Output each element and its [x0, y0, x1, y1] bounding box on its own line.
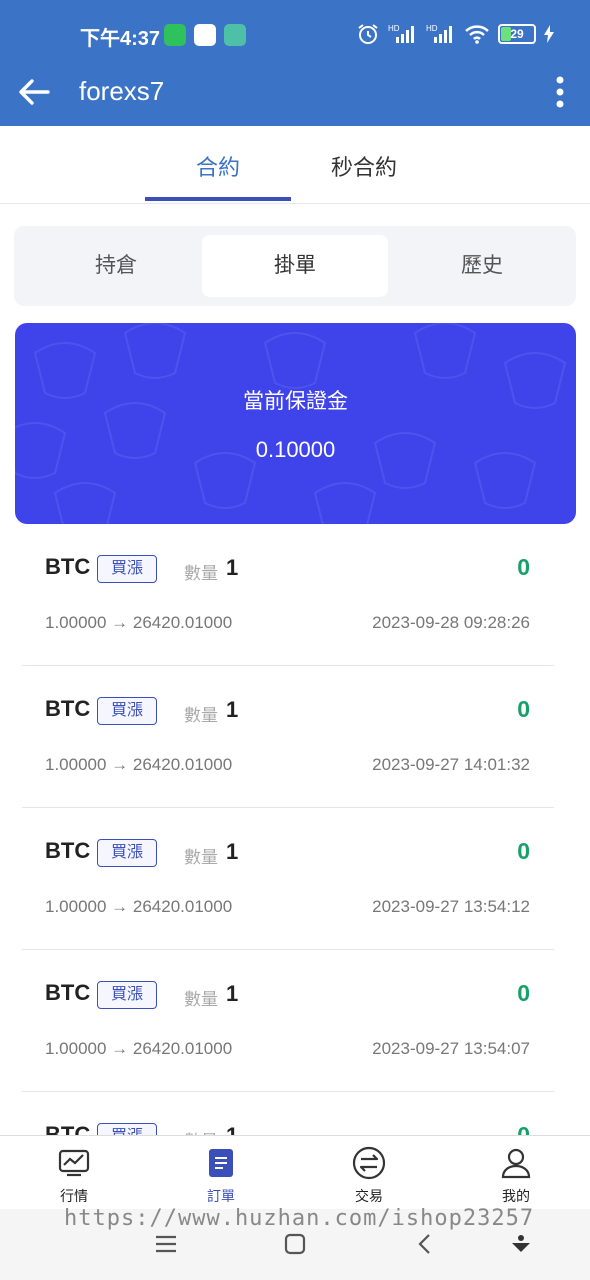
charging-icon [544, 25, 554, 43]
profit-loss: 0 [517, 1122, 530, 1136]
qq-icon [194, 24, 216, 46]
order-time: 2023-09-28 09:28:26 [372, 613, 530, 632]
order-row[interactable]: BTC 買漲 數量 1 0 1.00000 → 26420.01000 2023… [22, 808, 554, 950]
order-row[interactable]: BTC 買漲 數量 1 0 [22, 1092, 554, 1136]
alarm-icon [358, 24, 378, 44]
order-side-badge: 買漲 [97, 555, 157, 583]
nav-profile[interactable]: 我的 [456, 1146, 576, 1206]
signal-icon-2: HD [426, 24, 452, 43]
pending-order-list: BTC 買漲 數量 1 0 1.00000 → 26420.01000 2023… [0, 524, 590, 1136]
order-time: 2023-09-27 13:54:12 [372, 897, 530, 916]
order-time: 2023-09-27 14:01:32 [372, 755, 530, 774]
profit-loss: 0 [517, 838, 530, 864]
user-icon [501, 1148, 531, 1179]
order-symbol: BTC [45, 696, 91, 721]
status-time: 下午4:37 [80, 28, 161, 50]
exchange-icon [352, 1146, 386, 1180]
top-app-bar: 下午4:37 HD HD 29 forexs7 [0, 0, 590, 126]
tab-indicator [145, 197, 291, 201]
margin-value: 0.10000 [255, 437, 336, 462]
quantity-label: 數量 [184, 990, 218, 1009]
order-side-badge: 買漲 [97, 697, 157, 725]
order-symbol: BTC [45, 1122, 91, 1136]
status-bar: 下午4:37 HD HD 29 [0, 0, 590, 70]
profit-loss: 0 [517, 696, 530, 722]
margin-label: 當前保證金 [243, 390, 348, 413]
quantity-value: 1 [226, 697, 239, 722]
nav-orders-label: 訂單 [207, 1188, 235, 1204]
card-pattern [15, 323, 567, 524]
order-symbol: BTC [45, 554, 91, 579]
tab-contract[interactable]: 合約 [145, 150, 291, 182]
assistant-icon[interactable] [506, 1229, 536, 1259]
svg-text:HD: HD [388, 24, 400, 33]
profit-loss: 0 [517, 980, 530, 1006]
order-side-badge: 買漲 [97, 981, 157, 1009]
nav-market[interactable]: 行情 [14, 1146, 134, 1206]
contract-tabs: 合約 秒合約 [0, 126, 590, 204]
chart-icon [58, 1149, 90, 1177]
segment-pending-orders[interactable]: 掛單 [202, 235, 388, 297]
wifi-icon [465, 25, 489, 44]
margin-card: 當前保證金 0.10000 [15, 323, 576, 524]
nav-profile-label: 我的 [502, 1188, 530, 1204]
price-range: 1.00000 → 26420.01000 [45, 613, 233, 632]
menu-icon[interactable] [151, 1229, 181, 1259]
order-segment-control: 持倉 掛單 歷史 [14, 226, 576, 306]
back-arrow-icon[interactable] [16, 74, 52, 110]
battery-icon: 29 [498, 24, 536, 44]
order-symbol: BTC [45, 980, 91, 1005]
price-range: 1.00000 → 26420.01000 [45, 1039, 233, 1058]
back-icon[interactable] [410, 1229, 440, 1259]
order-symbol: BTC [45, 838, 91, 863]
quantity-value: 1 [226, 555, 239, 580]
page-title: forexs7 [79, 76, 165, 106]
notification-icons [164, 24, 246, 46]
order-time: 2023-09-27 13:54:07 [372, 1039, 530, 1058]
profit-loss: 0 [517, 554, 530, 580]
segment-history[interactable]: 歷史 [389, 235, 575, 297]
quantity-label: 數量 [184, 706, 218, 725]
order-row[interactable]: BTC 買漲 數量 1 0 1.00000 → 26420.01000 2023… [22, 666, 554, 808]
price-range: 1.00000 → 26420.01000 [45, 897, 233, 916]
more-options-icon[interactable] [554, 74, 566, 110]
segment-positions[interactable]: 持倉 [23, 235, 209, 297]
price-range: 1.00000 → 26420.01000 [45, 755, 233, 774]
quantity-label: 數量 [184, 564, 218, 583]
app-notification-icon [224, 24, 246, 46]
order-row[interactable]: BTC 買漲 數量 1 0 1.00000 → 26420.01000 2023… [22, 950, 554, 1092]
quantity-label: 數量 [184, 848, 218, 867]
document-icon [209, 1149, 233, 1177]
nav-trade[interactable]: 交易 [309, 1146, 429, 1206]
wechat-icon [164, 24, 186, 46]
quantity-value: 1 [226, 981, 239, 1006]
nav-orders[interactable]: 訂單 [161, 1146, 281, 1206]
signal-icon: HD [388, 24, 414, 43]
svg-text:HD: HD [426, 24, 438, 33]
quantity-value: 1 [226, 839, 239, 864]
nav-trade-label: 交易 [355, 1188, 383, 1204]
tab-second-contract[interactable]: 秒合約 [291, 150, 437, 182]
order-side-badge: 買漲 [97, 839, 157, 867]
status-right: HD HD 29 [356, 22, 554, 46]
app-header: forexs7 [0, 62, 590, 126]
watermark: https://www.huzhan.com/ishop23257 [64, 1206, 535, 1231]
order-row[interactable]: BTC 買漲 數量 1 0 1.00000 → 26420.01000 2023… [22, 524, 554, 666]
bottom-navigation: 行情 訂單 交易 我的 [0, 1135, 590, 1209]
nav-market-label: 行情 [60, 1188, 88, 1204]
home-icon[interactable] [280, 1229, 310, 1259]
